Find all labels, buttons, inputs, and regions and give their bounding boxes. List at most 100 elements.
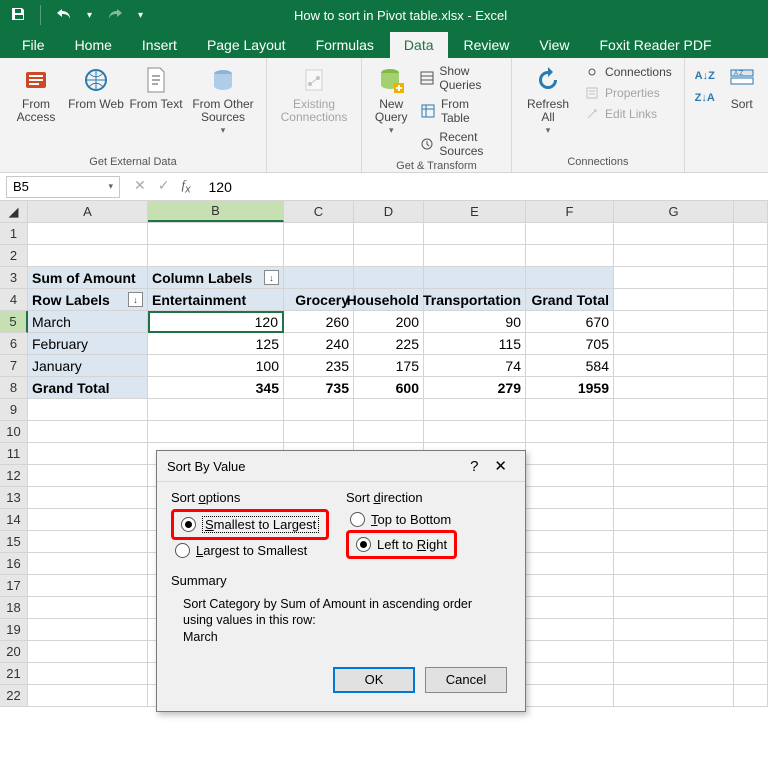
radio-icon bbox=[181, 517, 196, 532]
row-header[interactable]: 4 bbox=[0, 289, 28, 311]
dialog-title: Sort By Value bbox=[167, 459, 462, 474]
row-header[interactable]: 9 bbox=[0, 399, 28, 421]
radio-top-to-bottom[interactable]: Top to Bottom bbox=[346, 509, 511, 530]
qat-customize-icon[interactable]: ▾ bbox=[138, 10, 143, 21]
cancel-formula-icon[interactable]: ✕ bbox=[134, 177, 146, 196]
recent-sources-button[interactable]: Recent Sources bbox=[416, 128, 503, 160]
chevron-down-icon: ▾ bbox=[546, 126, 551, 136]
ribbon: From Access From Web From Text From Othe… bbox=[0, 58, 768, 173]
row-header[interactable]: 18 bbox=[0, 597, 28, 619]
connections-button[interactable]: Connections bbox=[580, 62, 676, 82]
radio-icon bbox=[175, 543, 190, 558]
row-header[interactable]: 17 bbox=[0, 575, 28, 597]
refresh-all-button[interactable]: Refresh All ▾ bbox=[520, 62, 576, 138]
row-header[interactable]: 19 bbox=[0, 619, 28, 641]
properties-icon bbox=[584, 85, 600, 101]
row-header[interactable]: 7 bbox=[0, 355, 28, 377]
svg-text:A Z: A Z bbox=[734, 71, 743, 77]
summary-label: Summary bbox=[171, 573, 511, 588]
tab-foxit[interactable]: Foxit Reader PDF bbox=[586, 32, 726, 58]
edit-links-button[interactable]: Edit Links bbox=[580, 104, 676, 124]
tab-view[interactable]: View bbox=[525, 32, 583, 58]
from-other-sources-button[interactable]: From Other Sources ▾ bbox=[188, 62, 258, 138]
col-header[interactable]: G bbox=[614, 201, 734, 222]
col-header[interactable]: A bbox=[28, 201, 148, 222]
properties-button[interactable]: Properties bbox=[580, 83, 676, 103]
radio-smallest-to-largest[interactable]: Smallest to Largest bbox=[177, 513, 323, 536]
from-access-button[interactable]: From Access bbox=[8, 62, 64, 126]
row-header[interactable]: 15 bbox=[0, 531, 28, 553]
sort-desc-button[interactable]: Z↓A bbox=[693, 88, 717, 108]
active-cell[interactable]: 120 bbox=[148, 311, 284, 333]
undo-icon[interactable] bbox=[55, 7, 73, 24]
cancel-button[interactable]: Cancel bbox=[425, 667, 507, 693]
from-text-button[interactable]: From Text bbox=[128, 62, 184, 113]
ribbon-tabs: File Home Insert Page Layout Formulas Da… bbox=[0, 30, 768, 58]
col-header[interactable]: E bbox=[424, 201, 526, 222]
radio-icon bbox=[356, 537, 371, 552]
select-all-corner[interactable]: ◢ bbox=[0, 201, 28, 222]
row-header[interactable]: 12 bbox=[0, 465, 28, 487]
new-query-button[interactable]: New Query ▾ bbox=[370, 62, 412, 138]
radio-largest-to-smallest[interactable]: Largest to Smallest bbox=[171, 540, 336, 561]
row-header[interactable]: 13 bbox=[0, 487, 28, 509]
chevron-down-icon: ▾ bbox=[221, 126, 226, 136]
tab-page-layout[interactable]: Page Layout bbox=[193, 32, 300, 58]
filter-icon[interactable]: ↓ bbox=[128, 292, 143, 307]
group-get-external-data: From Access From Web From Text From Othe… bbox=[0, 58, 267, 172]
sort-button[interactable]: A Z Sort bbox=[721, 62, 763, 113]
close-icon[interactable]: ✕ bbox=[486, 457, 515, 475]
row-header[interactable]: 14 bbox=[0, 509, 28, 531]
row-header[interactable]: 16 bbox=[0, 553, 28, 575]
name-box[interactable]: B5 ▾ bbox=[6, 176, 120, 198]
row-header[interactable]: 6 bbox=[0, 333, 28, 355]
row-header[interactable]: 1 bbox=[0, 223, 28, 245]
col-header[interactable]: C bbox=[284, 201, 354, 222]
tab-home[interactable]: Home bbox=[61, 32, 126, 58]
tab-review[interactable]: Review bbox=[450, 32, 524, 58]
tab-formulas[interactable]: Formulas bbox=[302, 32, 388, 58]
radio-left-to-right[interactable]: Left to Right bbox=[352, 534, 451, 555]
edit-links-icon bbox=[584, 106, 600, 122]
save-icon[interactable] bbox=[10, 6, 26, 25]
col-header[interactable] bbox=[734, 201, 768, 222]
from-table-button[interactable]: From Table bbox=[416, 95, 503, 127]
row-header[interactable]: 20 bbox=[0, 641, 28, 663]
row-header[interactable]: 11 bbox=[0, 443, 28, 465]
title-bar: ▾ ▾ How to sort in Pivot table.xlsx - Ex… bbox=[0, 0, 768, 30]
filter-icon[interactable]: ↓ bbox=[264, 270, 279, 285]
ok-button[interactable]: OK bbox=[333, 667, 415, 693]
help-button[interactable]: ? bbox=[462, 458, 486, 475]
from-web-button[interactable]: From Web bbox=[68, 62, 124, 113]
chevron-down-icon: ▾ bbox=[108, 181, 113, 192]
formula-bar[interactable]: 120 bbox=[199, 179, 768, 195]
summary-text: Sort Category by Sum of Amount in ascend… bbox=[171, 592, 511, 651]
qat-dropdown-icon[interactable]: ▾ bbox=[87, 10, 92, 21]
sort-asc-button[interactable]: A↓Z bbox=[693, 66, 717, 86]
row-header[interactable]: 10 bbox=[0, 421, 28, 443]
enter-formula-icon[interactable]: ✓ bbox=[158, 177, 170, 196]
col-header[interactable]: D bbox=[354, 201, 424, 222]
redo-icon[interactable] bbox=[106, 7, 124, 24]
existing-connections-button[interactable]: Existing Connections bbox=[275, 62, 353, 126]
row-header[interactable]: 3 bbox=[0, 267, 28, 289]
group-get-transform: New Query ▾ Show Queries From Table Rece… bbox=[362, 58, 512, 172]
access-icon bbox=[20, 64, 52, 96]
show-queries-button[interactable]: Show Queries bbox=[416, 62, 503, 94]
col-header[interactable]: F bbox=[526, 201, 614, 222]
tab-data[interactable]: Data bbox=[390, 32, 448, 58]
row-header[interactable]: 22 bbox=[0, 685, 28, 707]
tab-file[interactable]: File bbox=[8, 32, 59, 58]
row-header[interactable]: 5 bbox=[0, 311, 28, 333]
row-header[interactable]: 8 bbox=[0, 377, 28, 399]
formula-bar-row: B5 ▾ ✕ ✓ fx 120 bbox=[0, 173, 768, 201]
group-connections: Refresh All ▾ Connections Properties Edi… bbox=[512, 58, 685, 172]
group-sort-filter: A↓Z Z↓A A Z Sort bbox=[685, 58, 768, 172]
group-existing-connections: Existing Connections bbox=[267, 58, 362, 172]
tab-insert[interactable]: Insert bbox=[128, 32, 191, 58]
row-header[interactable]: 21 bbox=[0, 663, 28, 685]
fx-icon[interactable]: fx bbox=[181, 177, 190, 196]
col-header[interactable]: B bbox=[148, 201, 284, 222]
connections-file-icon bbox=[298, 64, 330, 96]
row-header[interactable]: 2 bbox=[0, 245, 28, 267]
